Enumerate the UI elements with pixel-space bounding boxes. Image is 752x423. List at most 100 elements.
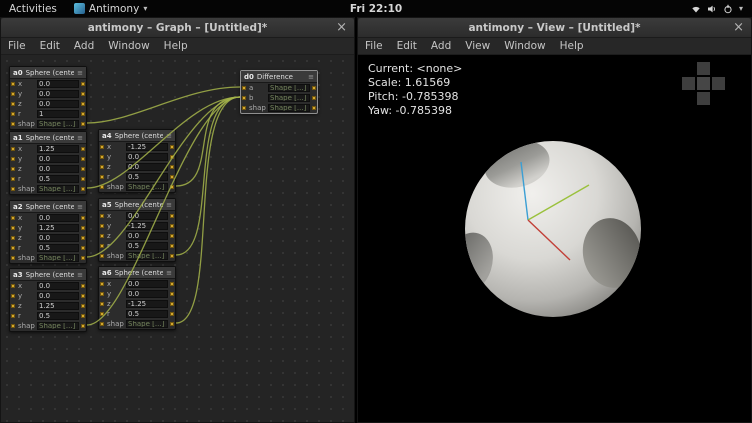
input-connector[interactable]	[11, 246, 15, 250]
nav-up-button[interactable]	[697, 62, 710, 75]
datum-value[interactable]: 0.0	[126, 280, 168, 288]
view-viewport[interactable]: Current: <none> Scale: 1.61569 Pitch: -0…	[358, 55, 751, 422]
node-menu-icon[interactable]: ≡	[166, 132, 172, 140]
input-connector[interactable]	[100, 312, 104, 316]
datum-value[interactable]: 0.5	[126, 310, 168, 318]
app-menu-button[interactable]: Antimony ▾	[66, 0, 155, 17]
menu-window[interactable]: Window	[497, 38, 552, 54]
nav-down-button[interactable]	[697, 92, 710, 105]
input-connector[interactable]	[242, 106, 246, 110]
input-connector[interactable]	[100, 322, 104, 326]
input-connector[interactable]	[100, 292, 104, 296]
datum-value[interactable]: Shape [...]	[126, 252, 168, 260]
menu-file[interactable]: File	[358, 38, 390, 54]
node-title-bar[interactable]: a1Sphere (center)≡	[10, 132, 86, 144]
input-connector[interactable]	[11, 187, 15, 191]
output-connector[interactable]	[81, 256, 85, 260]
datum-value[interactable]: Shape [...]	[126, 183, 168, 191]
menu-view[interactable]: View	[458, 38, 497, 54]
node-menu-icon[interactable]: ≡	[166, 269, 172, 277]
datum-value[interactable]: Shape [...]	[268, 84, 310, 92]
output-connector[interactable]	[170, 292, 174, 296]
input-connector[interactable]	[11, 304, 15, 308]
input-connector[interactable]	[11, 256, 15, 260]
datum-value[interactable]: 0.0	[37, 234, 79, 242]
input-connector[interactable]	[100, 175, 104, 179]
input-connector[interactable]	[11, 92, 15, 96]
graph-node-a6[interactable]: a6Sphere (center)≡x0.0y0.0z-1.25r0.5shap…	[98, 266, 176, 330]
input-connector[interactable]	[11, 102, 15, 106]
datum-value[interactable]: -1.25	[126, 222, 168, 230]
output-connector[interactable]	[170, 155, 174, 159]
input-connector[interactable]	[100, 302, 104, 306]
node-menu-icon[interactable]: ≡	[308, 73, 314, 81]
input-connector[interactable]	[100, 214, 104, 218]
node-menu-icon[interactable]: ≡	[77, 69, 83, 77]
node-menu-icon[interactable]: ≡	[77, 203, 83, 211]
close-icon[interactable]: ×	[336, 19, 347, 37]
datum-value[interactable]: 0.0	[37, 80, 79, 88]
output-connector[interactable]	[312, 96, 316, 100]
input-connector[interactable]	[11, 112, 15, 116]
input-connector[interactable]	[11, 236, 15, 240]
input-connector[interactable]	[11, 147, 15, 151]
output-connector[interactable]	[170, 165, 174, 169]
datum-value[interactable]: 0.5	[37, 175, 79, 183]
graph-node-a3[interactable]: a3Sphere (center)≡x0.0y0.0z1.25r0.5shape…	[9, 268, 87, 332]
graph-canvas[interactable]: a0Sphere (center)≡x0.0y0.0z0.0r1shapeSha…	[1, 55, 354, 422]
node-title-bar[interactable]: a2Sphere (center)≡	[10, 201, 86, 213]
input-connector[interactable]	[242, 86, 246, 90]
output-connector[interactable]	[81, 246, 85, 250]
output-connector[interactable]	[81, 304, 85, 308]
datum-value[interactable]: 0.0	[126, 290, 168, 298]
input-connector[interactable]	[100, 254, 104, 258]
input-connector[interactable]	[100, 234, 104, 238]
input-connector[interactable]	[11, 216, 15, 220]
output-connector[interactable]	[81, 112, 85, 116]
menu-file[interactable]: File	[1, 38, 33, 54]
output-connector[interactable]	[170, 312, 174, 316]
menu-edit[interactable]: Edit	[33, 38, 67, 54]
output-connector[interactable]	[81, 294, 85, 298]
input-connector[interactable]	[11, 177, 15, 181]
output-connector[interactable]	[170, 302, 174, 306]
node-menu-icon[interactable]: ≡	[77, 271, 83, 279]
nav-center-button[interactable]	[697, 77, 710, 90]
datum-value[interactable]: 1.25	[37, 224, 79, 232]
datum-value[interactable]: 1.25	[37, 302, 79, 310]
output-connector[interactable]	[81, 82, 85, 86]
menu-add[interactable]: Add	[67, 38, 101, 54]
graph-node-a1[interactable]: a1Sphere (center)≡x1.25y0.0z0.0r0.5shape…	[9, 131, 87, 195]
output-connector[interactable]	[170, 185, 174, 189]
output-connector[interactable]	[170, 145, 174, 149]
datum-value[interactable]: -1.25	[126, 300, 168, 308]
output-connector[interactable]	[81, 177, 85, 181]
output-connector[interactable]	[170, 254, 174, 258]
datum-value[interactable]: 0.0	[126, 232, 168, 240]
node-title-bar[interactable]: a6Sphere (center)≡	[99, 267, 175, 279]
output-connector[interactable]	[81, 236, 85, 240]
node-title-bar[interactable]: a4Sphere (center)≡	[99, 130, 175, 142]
datum-value[interactable]: 0.5	[126, 173, 168, 181]
datum-value[interactable]: 0.5	[37, 312, 79, 320]
node-title-bar[interactable]: a5Sphere (center)≡	[99, 199, 175, 211]
menu-help[interactable]: Help	[553, 38, 591, 54]
output-connector[interactable]	[312, 86, 316, 90]
input-connector[interactable]	[11, 324, 15, 328]
node-title-bar[interactable]: d0Difference≡	[241, 71, 317, 83]
input-connector[interactable]	[242, 96, 246, 100]
input-connector[interactable]	[11, 157, 15, 161]
input-connector[interactable]	[11, 314, 15, 318]
output-connector[interactable]	[81, 167, 85, 171]
view-nav-pad[interactable]	[682, 62, 725, 105]
graph-node-a5[interactable]: a5Sphere (center)≡x0.0y-1.25z0.0r0.5shap…	[98, 198, 176, 262]
output-connector[interactable]	[170, 224, 174, 228]
output-connector[interactable]	[81, 314, 85, 318]
datum-value[interactable]: 0.0	[37, 292, 79, 300]
input-connector[interactable]	[11, 167, 15, 171]
input-connector[interactable]	[11, 122, 15, 126]
node-title-bar[interactable]: a3Sphere (center)≡	[10, 269, 86, 281]
datum-value[interactable]: 0.0	[37, 214, 79, 222]
datum-value[interactable]: Shape [...]	[268, 104, 310, 112]
clock[interactable]: Fri 22:10	[350, 3, 402, 15]
